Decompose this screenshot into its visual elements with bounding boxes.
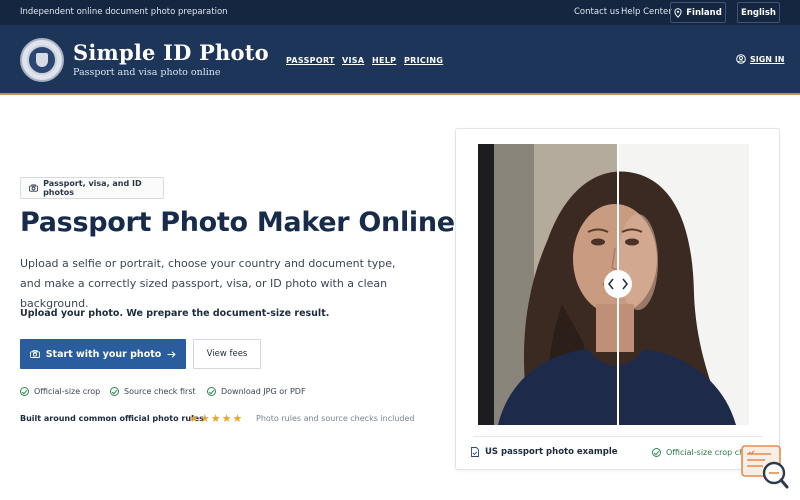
product-badge: Passport, visa, and ID photos (20, 177, 164, 199)
seal-logo-icon[interactable] (20, 38, 64, 82)
camera-icon (29, 350, 40, 358)
preview-card: US passport photo example Official-size … (455, 128, 780, 470)
feature-source-check: Source check first (110, 387, 196, 396)
feature-official-size-crop: Official-size crop (20, 387, 100, 396)
site-tagline: Independent online document photo prepar… (20, 7, 228, 17)
user-icon (736, 54, 746, 64)
view-fees-button[interactable]: View fees (193, 339, 261, 369)
nav-passport[interactable]: PASSPORT (286, 56, 335, 65)
start-button-label: Start with your photo (45, 348, 162, 360)
country-selector[interactable]: Finland (670, 2, 726, 23)
portrait-comparison-image (478, 144, 749, 425)
start-with-photo-button[interactable]: Start with your photo (20, 339, 186, 369)
contact-link[interactable]: Contact us (574, 7, 620, 17)
help-center-link[interactable]: Help Center (621, 7, 672, 17)
nav-help[interactable]: HELP (372, 56, 396, 65)
feature-download: Download JPG or PDF (207, 387, 306, 396)
check-circle-icon (110, 387, 119, 396)
nav-pricing[interactable]: PRICING (404, 56, 443, 65)
hero-description: Upload a selfie or portrait, choose your… (20, 257, 396, 310)
help-chat-widget-icon[interactable] (741, 445, 789, 489)
star-icon: ★ (199, 412, 210, 425)
view-fees-label: View fees (206, 349, 248, 359)
rules-label: Built around common official photo rules (20, 414, 204, 423)
document-icon (471, 447, 479, 457)
example-caption: US passport photo example (471, 447, 618, 457)
nav-visa[interactable]: VISA (342, 56, 364, 65)
check-circle-icon (652, 448, 661, 457)
check-circle-icon (207, 387, 216, 396)
before-after-photo[interactable] (478, 144, 749, 425)
badge-label: Passport, visa, and ID photos (43, 179, 142, 197)
check-circle-icon (20, 387, 29, 396)
site-header: Simple ID Photo Passport and visa photo … (0, 25, 800, 95)
language-label: English (741, 7, 776, 18)
feature-label: Download JPG or PDF (221, 387, 306, 396)
sign-in-button[interactable]: SIGN IN (736, 54, 784, 64)
card-divider (473, 436, 763, 437)
brand-subtitle: Passport and visa photo online (73, 67, 221, 78)
star-icon: ★ (210, 412, 221, 425)
star-icon: ★ (221, 412, 232, 425)
location-pin-icon (674, 7, 682, 18)
top-bar: Independent online document photo prepar… (0, 0, 800, 25)
feature-label: Official-size crop (34, 387, 101, 396)
caption-label: US passport photo example (485, 447, 618, 457)
star-icon: ★ (189, 412, 199, 425)
brand-title[interactable]: Simple ID Photo (73, 40, 269, 65)
page-title: Passport Photo Maker Online (20, 207, 455, 238)
star-icon: ★ (232, 412, 243, 425)
rules-subtext: Photo rules and source checks included (256, 414, 415, 423)
feature-label: Source check first (124, 387, 196, 396)
country-label: Finland (686, 7, 722, 18)
upload-note: Upload your photo. We prepare the docume… (20, 308, 330, 319)
camera-icon (29, 184, 39, 192)
sign-in-label: SIGN IN (750, 54, 785, 64)
rating-stars: ★ ★ ★ ★ ★ (189, 413, 242, 424)
arrow-right-icon (167, 350, 176, 358)
language-selector[interactable]: English (737, 2, 780, 23)
